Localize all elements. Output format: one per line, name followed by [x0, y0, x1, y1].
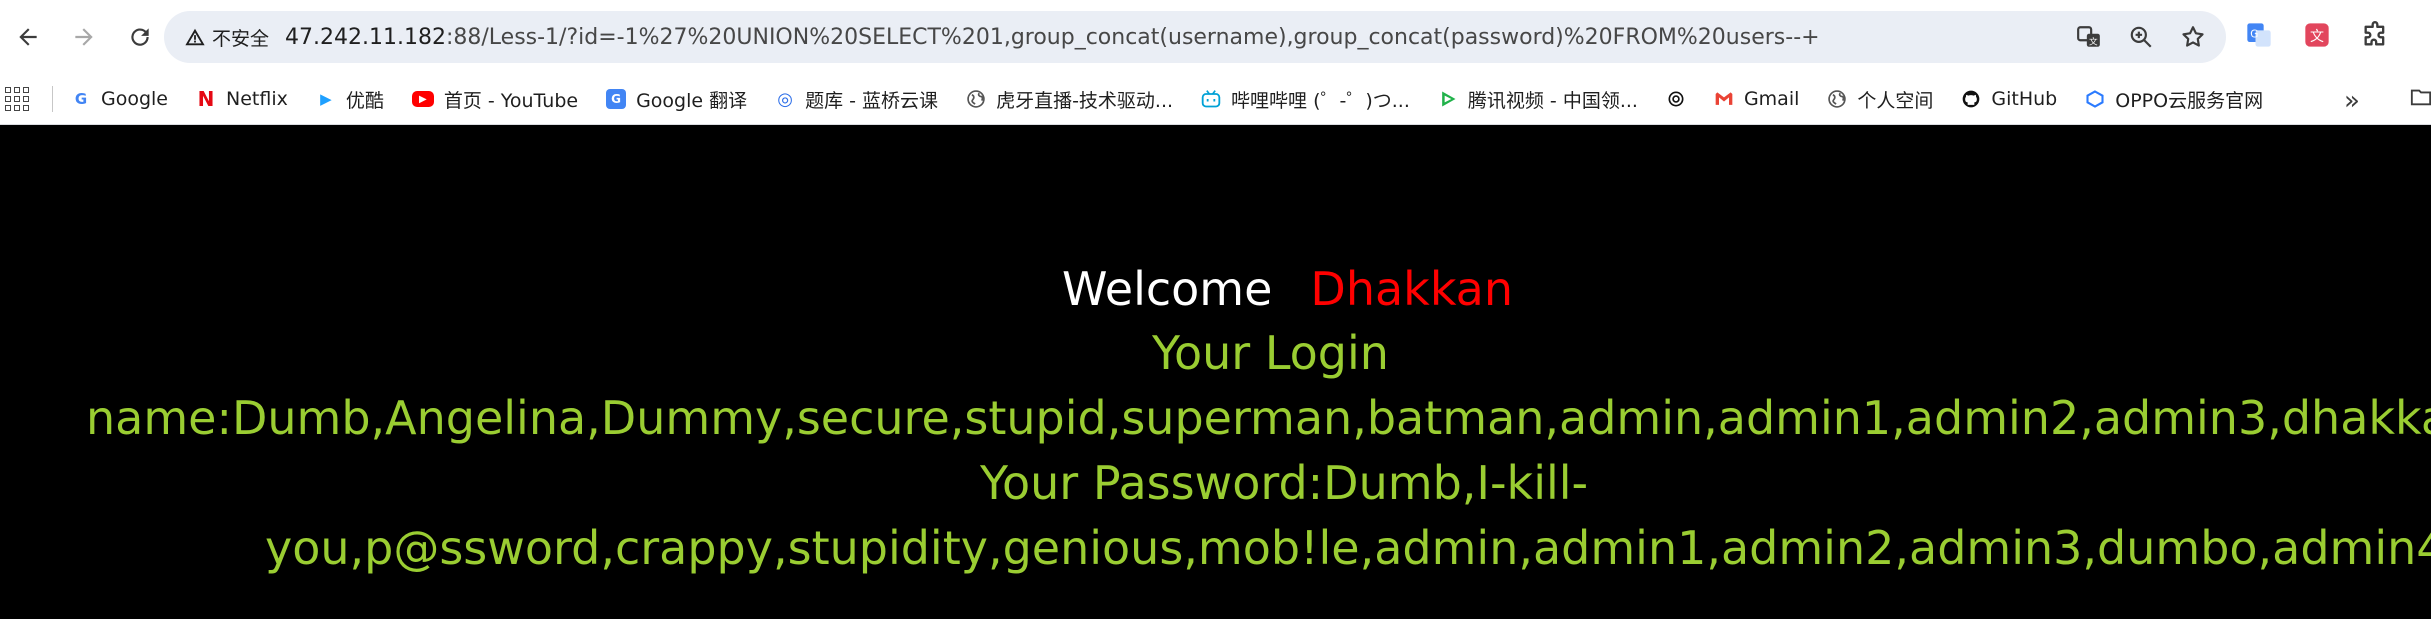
user-name: Dhakkan [1310, 262, 1513, 316]
bookmark-bilibili[interactable]: 哔哩哔哩 (゜-゜)つ... [1201, 86, 1410, 113]
bookmark-youku[interactable]: ▶ 优酷 [316, 86, 384, 113]
bookmark-google-translate[interactable]: G Google 翻译 [606, 86, 747, 113]
bookmark-label: Google [101, 88, 169, 110]
gmail-icon [1714, 89, 1734, 109]
bookmark-tencent-video[interactable]: 腾讯视频 - 中国领... [1438, 86, 1638, 113]
bookmark-lanqiao[interactable]: ◎ 题库 - 蓝桥云课 [775, 86, 938, 113]
browser-toolbar: 不安全 47.242.11.182:88/Less-1/?id=-1%27%20… [0, 0, 2431, 74]
lanqiao-icon: ◎ [777, 88, 793, 110]
bookmark-oppo-cloud[interactable]: OPPO云服务官网 [2085, 86, 2263, 113]
url-host: 47.242.11.182 [285, 24, 446, 50]
svg-text:文: 文 [2310, 29, 2324, 45]
netflix-icon: N [197, 87, 215, 111]
translate-extension-icon: 文 [2305, 23, 2329, 47]
zoom-icon [2130, 26, 2152, 48]
security-indicator[interactable]: 不安全 [176, 18, 277, 56]
bookmark-label: 个人空间 [1857, 89, 1934, 112]
back-button[interactable] [0, 0, 56, 74]
bookmark-label: 虎牙直播-技术驱动... [996, 89, 1174, 112]
password-line-2: you,p@ssword,crappy,stupidity,genious,mo… [265, 521, 2431, 575]
github-icon [1961, 89, 1981, 109]
bookmark-label: GitHub [1991, 88, 2058, 110]
warning-icon [185, 28, 205, 46]
globe-icon [966, 89, 986, 109]
youtube-icon: ▶ [411, 91, 434, 107]
bookmark-label: Gmail [1743, 88, 1800, 110]
zoom-button[interactable] [2126, 22, 2156, 52]
translate-page-button[interactable]: 文 [2074, 22, 2104, 52]
reload-button[interactable] [112, 0, 168, 74]
star-icon [2182, 26, 2204, 47]
tencent-video-icon [1438, 89, 1458, 109]
puzzle-icon [2364, 21, 2385, 46]
google-translate-extension[interactable]: G [2244, 20, 2274, 50]
arrow-left-icon [19, 28, 37, 46]
more-bookmarks-chevron-icon[interactable]: » [2344, 86, 2360, 116]
bookmark-youtube[interactable]: ▶ 首页 - YouTube [411, 86, 579, 113]
oppo-cloud-icon [2085, 89, 2105, 109]
bookmark-huya[interactable]: 虎牙直播-技术驱动... [966, 86, 1173, 113]
extensions-button[interactable] [2360, 20, 2390, 50]
security-label: 不安全 [212, 27, 270, 50]
bookmark-label: OPPO云服务官网 [2115, 89, 2264, 112]
bookmark-gmail[interactable]: Gmail [1714, 88, 1799, 110]
reload-icon [131, 28, 149, 46]
bookmark-star-button[interactable] [2178, 22, 2208, 52]
svg-text:文: 文 [2089, 36, 2098, 48]
welcome-text: Welcome [1062, 262, 1273, 316]
bookmarks-bar: G Google N Netflix ▶ 优酷 ▶ 首页 - YouTube G… [0, 74, 2431, 125]
bookmark-label: 题库 - 蓝桥云课 [805, 89, 939, 112]
bookmark-label: 腾讯视频 - 中国领... [1467, 89, 1638, 112]
google-translate-icon: G [2247, 23, 2271, 47]
bilibili-icon [1201, 89, 1221, 109]
folder-icon[interactable] [2410, 86, 2431, 108]
login-heading: Your Login [1152, 326, 1389, 380]
translate-extension[interactable]: 文 [2302, 20, 2332, 50]
url-path: :88/Less-1/?id=-1%27%20UNION%20SELECT%20… [445, 24, 1820, 50]
bookmark-google[interactable]: G Google [71, 88, 168, 110]
youku-icon: ▶ [320, 90, 332, 108]
bookmark-github[interactable]: GitHub [1961, 88, 2057, 110]
translate-icon: 文 [2077, 26, 2100, 48]
openai-icon [1666, 89, 1686, 109]
arrow-right-icon [75, 28, 93, 46]
page-content: Welcome Dhakkan Your Login name:Dumb,Ange… [0, 125, 2431, 619]
bookmark-label: 首页 - YouTube [443, 89, 579, 112]
login-names: name:Dumb,Angelina,Dummy,secure,stupid,s… [86, 391, 2431, 445]
forward-button[interactable] [56, 0, 112, 74]
globe-icon [1827, 89, 1847, 109]
bookmark-label: Google 翻译 [636, 89, 748, 112]
bookmark-openai[interactable] [1666, 89, 1686, 109]
bookmark-label: 哔哩哔哩 (゜-゜)つ... [1231, 89, 1410, 112]
url-text[interactable]: 47.242.11.182:88/Less-1/?id=-1%27%20UNIO… [285, 25, 2074, 50]
bookmark-netflix[interactable]: N Netflix [196, 87, 288, 111]
apps-grid-icon[interactable] [4, 86, 30, 112]
google-translate-icon: G [606, 89, 627, 109]
svg-text:G: G [2250, 28, 2258, 40]
bookmark-personal-space[interactable]: 个人空间 [1827, 86, 1933, 113]
google-icon: G [74, 90, 88, 108]
bookmark-label: 优酷 [345, 89, 384, 112]
password-line-1: Your Password:Dumb,I-kill- [980, 456, 1589, 510]
address-bar[interactable]: 不安全 47.242.11.182:88/Less-1/?id=-1%27%20… [164, 11, 2226, 63]
welcome-line: Welcome Dhakkan [1062, 262, 1513, 316]
bookmarks-divider [52, 86, 53, 112]
bookmark-label: Netflix [226, 88, 288, 110]
